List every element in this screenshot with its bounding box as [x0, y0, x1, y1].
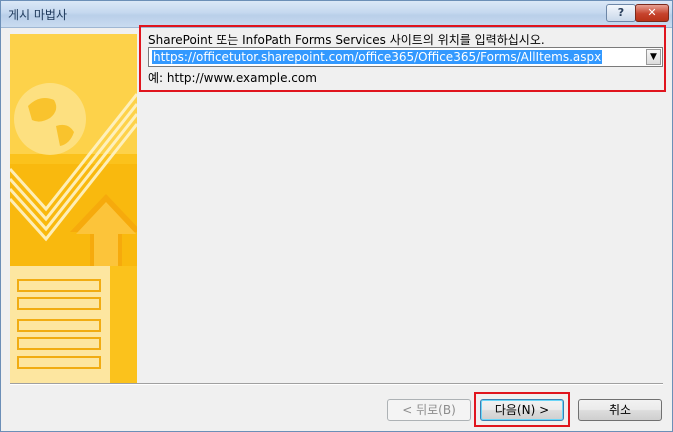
close-button[interactable]: ✕	[635, 4, 669, 22]
window-title: 게시 마법사	[8, 8, 68, 22]
publish-illustration-icon	[10, 34, 137, 383]
location-highlight-box	[139, 25, 666, 92]
publishing-wizard-window: 게시 마법사 ? ✕ SharePoint 또는 InfoPath Forms …	[0, 0, 673, 432]
button-separator	[10, 383, 663, 385]
help-button[interactable]: ?	[606, 4, 636, 22]
next-highlight-box	[474, 392, 570, 427]
wizard-side-illustration	[10, 34, 137, 383]
title-bar: 게시 마법사 ? ✕	[1, 1, 672, 28]
wizard-body: SharePoint 또는 InfoPath Forms Services 사이…	[1, 25, 672, 431]
back-button[interactable]: < 뒤로(B)	[387, 399, 471, 421]
cancel-button[interactable]: 취소	[578, 399, 662, 421]
